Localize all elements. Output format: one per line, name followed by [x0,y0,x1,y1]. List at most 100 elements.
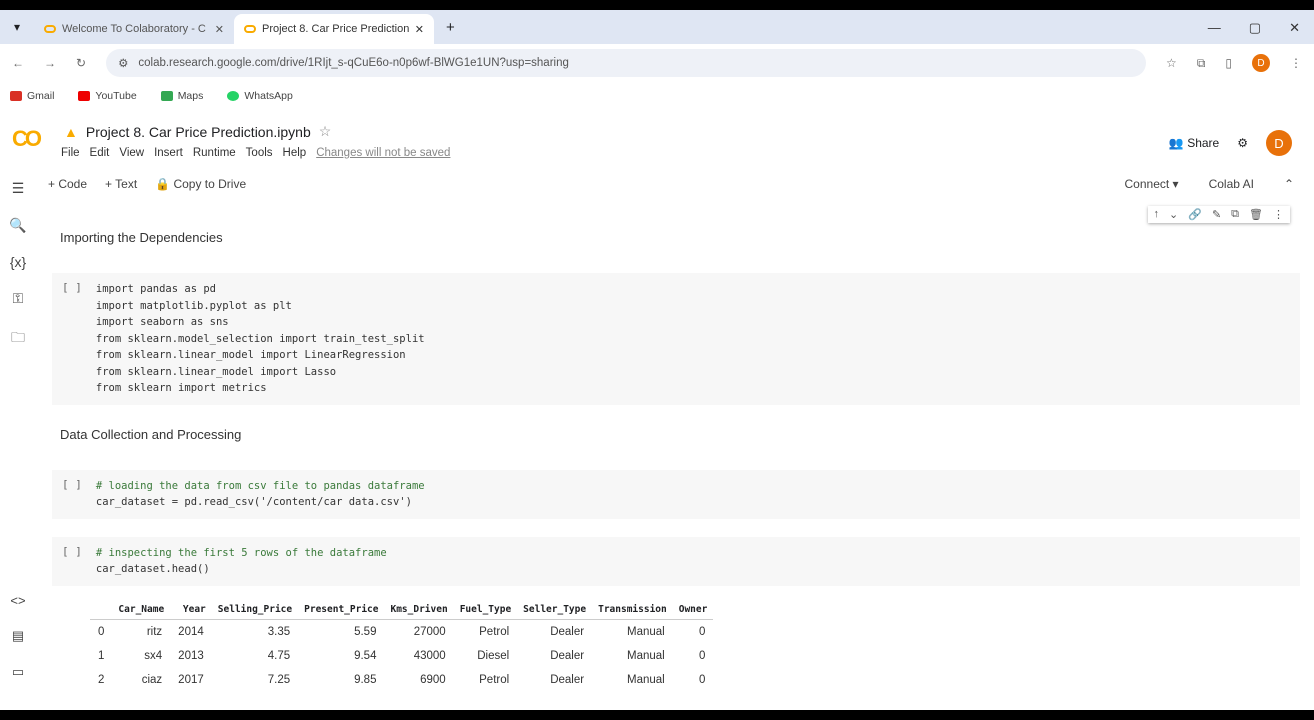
star-icon[interactable]: ☆ [1166,56,1177,70]
menu-runtime[interactable]: Runtime [193,147,236,159]
code-editor[interactable]: # inspecting the first 5 rows of the dat… [96,545,387,578]
delete-icon[interactable]: 🗑 [1249,208,1263,221]
column-header: Year [170,599,212,620]
table-row: 1 sx4 2013 4.75 9.54 43000 Diesel Dealer Manual 0 [90,644,713,668]
column-header: Car_Name [112,599,171,620]
minimize-icon[interactable]: — [1208,20,1221,36]
sidepanel-icon[interactable]: ▯ [1225,56,1232,70]
tab-label: Welcome To Colaboratory - C [62,23,206,35]
code-line: from sklearn.linear_model import Lasso [95,365,337,378]
tab-project[interactable]: Project 8. Car Price Prediction ✕ [234,14,434,44]
table-cell: 1 [98,649,105,662]
copy-to-drive-button[interactable]: 🔒 Copy to Drive [155,177,246,191]
site-info-icon[interactable]: ⚙ [118,56,128,70]
menu-tools[interactable]: Tools [246,147,273,159]
command-palette-icon[interactable]: ▤ [12,628,24,644]
table-cell: 4.75 [267,649,291,662]
terminal-icon[interactable]: ▭ [12,664,24,680]
tab-label: Project 8. Car Price Prediction [262,23,409,35]
connect-button[interactable]: Connect ▾ [1125,177,1179,191]
run-cell-button[interactable]: [ ] [62,478,82,511]
colab-ai-button[interactable]: Colab AI [1209,177,1254,191]
menu-file[interactable]: File [61,147,80,159]
drive-icon: ▲ [64,123,78,140]
table-cell: 27000 [413,625,446,638]
column-header [90,599,113,620]
profile-avatar[interactable]: D [1252,54,1270,72]
bookmark-gmail[interactable]: Gmail [10,90,54,102]
text-cell-heading[interactable]: Data Collection and Processing [52,405,1300,442]
link-icon[interactable]: 🔗 [1188,208,1202,221]
code-line: from sklearn.linear_model import LinearR… [95,349,406,361]
code-line: import pandas as pd [95,283,216,295]
menu-icon[interactable]: ⋮ [1290,56,1302,70]
edit-icon[interactable]: ✎ [1212,208,1221,221]
mirror-icon[interactable]: ⧉ [1231,208,1239,221]
files-folder-icon[interactable]: 🗀 [11,327,25,351]
table-cell: 0 [698,625,706,638]
star-icon[interactable]: ☆ [319,123,332,140]
code-editor[interactable]: # loading the data from csv file to pand… [96,478,425,511]
table-cell: ciaz [141,673,163,686]
column-header: Transmission [592,599,673,620]
url-text: colab.research.google.com/drive/1RIjt_s-… [138,57,569,69]
table-cell: 43000 [413,649,446,662]
status-bar [0,692,1314,710]
toc-icon[interactable]: ☰ [12,180,25,197]
table-cell: Diesel [477,649,510,662]
move-down-icon[interactable]: ⌄ [1169,208,1178,221]
menu-edit[interactable]: Edit [90,147,110,159]
variables-icon[interactable]: {x} [10,254,26,270]
forward-icon[interactable]: → [44,56,56,70]
reload-icon[interactable]: ↻ [76,56,86,70]
code-cell[interactable]: [ ] # inspecting the first 5 rows of the… [52,536,1300,586]
close-window-icon[interactable]: ✕ [1289,20,1300,36]
maximize-icon[interactable]: ▢ [1249,20,1261,36]
text-cell-heading[interactable]: Importing the Dependencies [52,202,1300,245]
bookmarks-bar: Gmail YouTube Maps WhatsApp [0,82,1314,110]
connect-label: Connect [1124,177,1170,191]
search-icon[interactable]: 🔍 [9,217,26,234]
code-editor[interactable]: import pandas as pd import matplotlib.pyp… [96,281,425,397]
add-code-button[interactable]: + Code [48,177,87,191]
collapse-icon[interactable]: ⌃ [1284,177,1294,191]
secrets-key-icon[interactable]: ⚿ [13,290,24,307]
bookmark-label: YouTube [95,90,137,102]
unsaved-warning[interactable]: Changes will not be saved [316,147,450,159]
code-line: # inspecting the first 5 rows of the dat… [95,546,387,559]
code-cell[interactable]: [ ] # loading the data from csv file to … [52,469,1300,519]
close-icon[interactable]: ✕ [215,23,224,36]
code-line: car_dataset = pd.read_csv('/content/car … [95,496,412,508]
menu-insert[interactable]: Insert [154,147,183,159]
add-text-button[interactable]: + Text [105,177,137,191]
menu-view[interactable]: View [119,147,144,159]
table-cell: 5.59 [354,625,377,638]
tab-list-icon[interactable]: ▾ [0,20,34,44]
run-cell-button[interactable]: [ ] [62,281,82,397]
more-icon[interactable]: ⋮ [1273,208,1284,221]
bookmark-whatsapp[interactable]: WhatsApp [227,90,293,102]
settings-icon[interactable]: ⚙ [1237,136,1248,150]
bookmark-youtube[interactable]: YouTube [78,90,137,102]
extensions-icon[interactable]: ⧉ [1197,56,1206,71]
table-cell: 2013 [178,649,204,662]
menu-help[interactable]: Help [283,147,307,159]
close-icon[interactable]: ✕ [415,23,424,36]
run-cell-button[interactable]: [ ] [62,545,82,578]
move-up-icon[interactable]: ↑ [1154,208,1160,221]
table-cell: Manual [627,673,665,686]
colab-logo: CO [12,126,42,151]
new-tab-button[interactable]: + [434,19,467,44]
code-snippets-icon[interactable]: <> [10,593,25,608]
url-input[interactable]: ⚙ colab.research.google.com/drive/1RIjt_s… [106,49,1147,77]
share-button[interactable]: 👥 Share [1169,136,1219,150]
back-icon[interactable]: ← [12,56,24,70]
notebook-title[interactable]: Project 8. Car Price Prediction.ipynb [86,124,311,140]
table-cell: 3.35 [267,625,291,638]
code-cell[interactable]: [ ] import pandas as pd import matplotlib… [52,273,1300,405]
tab-welcome[interactable]: Welcome To Colaboratory - C ✕ [34,14,234,44]
account-avatar[interactable]: D [1266,130,1292,156]
table-cell: sx4 [144,649,163,662]
bookmark-maps[interactable]: Maps [160,90,203,102]
table-cell: 9.85 [354,673,377,686]
